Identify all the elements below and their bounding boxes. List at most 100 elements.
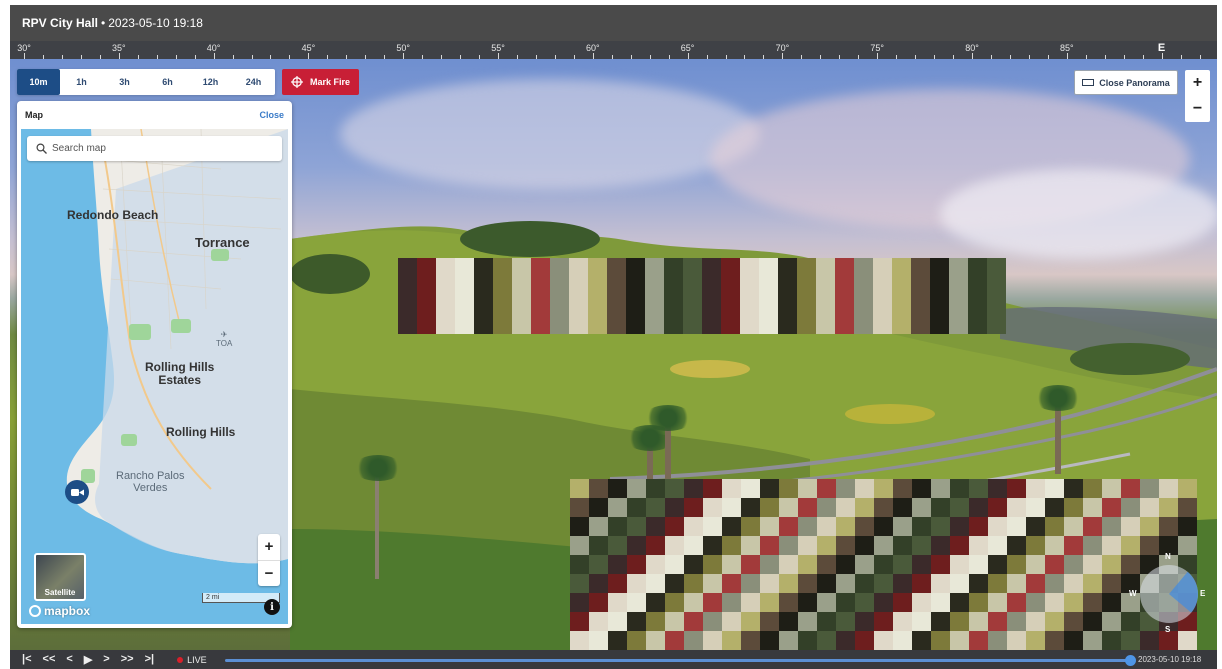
redaction-pixel: [854, 258, 873, 277]
redaction-pixel: [1026, 574, 1045, 593]
title-separator: •: [101, 16, 106, 30]
redaction-pixel: [570, 612, 589, 631]
redaction-pixel: [665, 536, 684, 555]
redaction-pixel: [1140, 631, 1159, 650]
redaction-pixel: [703, 536, 722, 555]
redaction-pixel: [969, 498, 988, 517]
redaction-pixel: [627, 593, 646, 612]
redaction-pixel: [703, 574, 722, 593]
map-zoom-out-button[interactable]: −: [258, 561, 280, 587]
crosshair-icon: [290, 76, 303, 88]
redaction-pixel: [893, 574, 912, 593]
redaction-pixel: [683, 296, 702, 315]
redaction-pixel: [874, 593, 893, 612]
time-range-24h[interactable]: 24h: [232, 69, 275, 95]
camera-location-marker[interactable]: [65, 480, 89, 504]
redaction-pixel: [873, 315, 892, 334]
redaction-pixel: [873, 296, 892, 315]
redaction-pixel: [817, 593, 836, 612]
playback-timeline[interactable]: [225, 659, 1130, 662]
redaction-pixel: [1121, 612, 1140, 631]
time-range-1h[interactable]: 1h: [60, 69, 103, 95]
skip-to-start-button[interactable]: |<: [22, 653, 32, 666]
fast-forward-button[interactable]: >>: [121, 653, 134, 666]
redaction-pixel: [455, 296, 474, 315]
redaction-pixel: [608, 536, 627, 555]
time-range-10m[interactable]: 10m: [17, 69, 60, 95]
redaction-pixel: [893, 479, 912, 498]
redaction-pixel: [607, 277, 626, 296]
redaction-pixel: [1045, 631, 1064, 650]
redaction-pixel: [1026, 593, 1045, 612]
redaction-pixel: [759, 277, 778, 296]
redaction-pixel: [969, 479, 988, 498]
playback-controls: |< << < ▶ > >> >|: [22, 653, 165, 666]
info-icon[interactable]: i: [264, 599, 280, 615]
close-panorama-button[interactable]: Close Panorama: [1074, 70, 1178, 95]
redaction-pixel: [931, 574, 950, 593]
redaction-pixel: [1064, 555, 1083, 574]
redaction-pixel: [1102, 631, 1121, 650]
redaction-pixel: [1026, 631, 1045, 650]
redaction-pixel: [874, 612, 893, 631]
redaction-pixel: [626, 315, 645, 334]
redaction-pixel: [550, 315, 569, 334]
time-range-12h[interactable]: 12h: [189, 69, 232, 95]
redaction-pixel: [1083, 612, 1102, 631]
redaction-pixel: [1102, 498, 1121, 517]
redaction-pixel: [627, 612, 646, 631]
redaction-pixel: [855, 498, 874, 517]
redaction-pixel: [1064, 536, 1083, 555]
mark-fire-button[interactable]: Mark Fire: [282, 69, 359, 95]
redaction-pixel: [1064, 631, 1083, 650]
video-camera-icon: [70, 488, 84, 496]
redaction-pixel: [912, 479, 931, 498]
map-search-input[interactable]: Search map: [27, 136, 282, 161]
skip-to-end-button[interactable]: >|: [145, 653, 155, 666]
redaction-pixel: [550, 296, 569, 315]
mapbox-logo-text: mapbox: [44, 604, 91, 618]
redaction-pixel: [1121, 517, 1140, 536]
redaction-pixel: [703, 479, 722, 498]
redaction-pixel: [417, 315, 436, 334]
panorama-zoom-in-button[interactable]: +: [1185, 70, 1210, 96]
time-range-3h[interactable]: 3h: [103, 69, 146, 95]
map-zoom-in-button[interactable]: +: [258, 534, 280, 561]
redaction-pixel: [608, 517, 627, 536]
redaction-pixel: [1007, 574, 1026, 593]
redaction-pixel: [646, 612, 665, 631]
play-button[interactable]: ▶: [84, 653, 92, 666]
timeline-scrubber-handle[interactable]: [1124, 655, 1136, 666]
step-forward-button[interactable]: >: [103, 653, 109, 666]
redaction-pixel: [988, 536, 1007, 555]
redaction-pixel: [703, 631, 722, 650]
step-back-button[interactable]: <: [66, 653, 72, 666]
redaction-pixel: [740, 258, 759, 277]
redaction-pixel: [1121, 479, 1140, 498]
fast-rewind-button[interactable]: <<: [43, 653, 56, 666]
redaction-pixel: [854, 315, 873, 334]
satellite-toggle[interactable]: Satellite: [34, 553, 86, 601]
map-view[interactable]: Search map Redondo Beach Torrance ✈ TOA …: [21, 129, 288, 624]
redaction-pixel: [892, 296, 911, 315]
live-indicator[interactable]: LIVE: [177, 655, 207, 665]
map-close-link[interactable]: Close: [259, 110, 284, 120]
redaction-pixel: [893, 536, 912, 555]
redaction-pixel: [854, 296, 873, 315]
time-range-6h[interactable]: 6h: [146, 69, 189, 95]
redaction-pixel: [1083, 574, 1102, 593]
playback-bar: |< << < ▶ > >> >| LIVE 2023-05-10 19:18: [10, 650, 1217, 669]
redaction-pixel: [855, 479, 874, 498]
redaction-pixel: [722, 574, 741, 593]
redaction-pixel: [949, 315, 968, 334]
heading-ruler: 30° 35° 40° 45° 50° 55° 60° 65° 70° 75° 80° 85° E: [10, 41, 1217, 59]
redaction-pixel: [949, 277, 968, 296]
redaction-pixel: [722, 498, 741, 517]
redaction-pixel: [892, 258, 911, 277]
redaction-pixel: [702, 277, 721, 296]
redaction-pixel: [702, 315, 721, 334]
redaction-pixel: [893, 593, 912, 612]
redaction-pixel: [570, 574, 589, 593]
redaction-pixel: [436, 277, 455, 296]
panorama-zoom-out-button[interactable]: −: [1185, 96, 1210, 122]
